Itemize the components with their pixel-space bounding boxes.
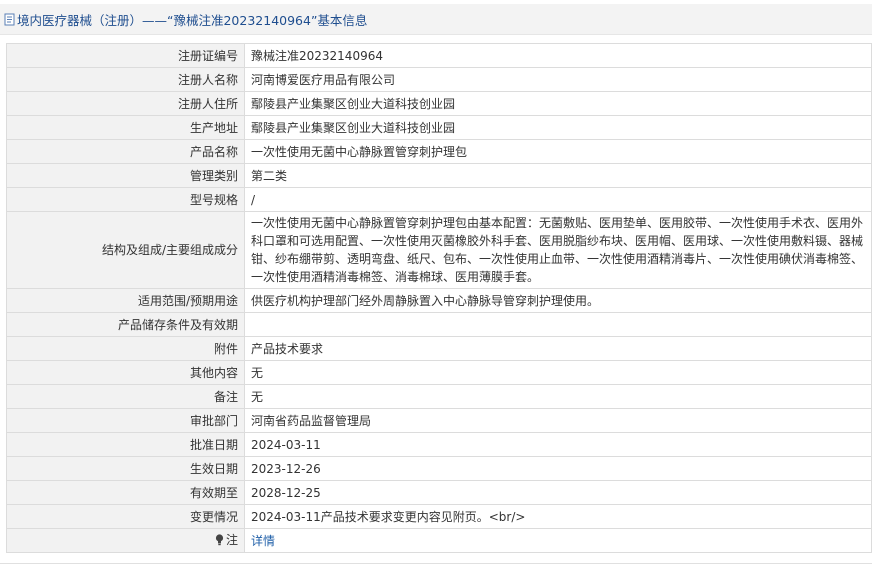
field-label: 备注: [6, 384, 245, 409]
bottom-divider: [0, 563, 872, 564]
note-label: 注: [225, 532, 238, 547]
field-value: 第二类: [244, 163, 872, 188]
field-value: 2024-03-11: [244, 432, 872, 457]
field-label: 适用范围/预期用途: [6, 288, 245, 313]
field-label: 型号规格: [6, 187, 245, 212]
field-label: 附件: [6, 336, 245, 361]
table-row: 注册人名称 河南博爱医疗用品有限公司: [6, 67, 872, 92]
detail-link[interactable]: 详情: [251, 534, 275, 548]
lightbulb-icon: [215, 533, 224, 551]
table-row: 变更情况 2024-03-11产品技术要求变更内容见附页。<br/>: [6, 504, 872, 529]
field-label: 变更情况: [6, 504, 245, 529]
field-value: 河南博爱医疗用品有限公司: [244, 67, 872, 92]
table-row: 型号规格 /: [6, 187, 872, 212]
field-label: 产品储存条件及有效期: [6, 312, 245, 337]
field-label: 结构及组成/主要组成成分: [6, 211, 245, 289]
field-value: [244, 312, 872, 337]
field-label: 产品名称: [6, 139, 245, 164]
table-row: 注册证编号 豫械注准20232140964: [6, 43, 872, 68]
field-label: 注册人住所: [6, 91, 245, 116]
field-value: 一次性使用无菌中心静脉置管穿刺护理包由基本配置：无菌敷贴、医用垫单、医用胶带、一…: [244, 211, 872, 289]
table-row: 产品储存条件及有效期: [6, 312, 872, 337]
field-value: 2024-03-11产品技术要求变更内容见附页。<br/>: [244, 504, 872, 529]
field-value: 2023-12-26: [244, 456, 872, 481]
field-value: 河南省药品监督管理局: [244, 408, 872, 433]
table-row: 有效期至 2028-12-25: [6, 480, 872, 505]
detail-table: 注册证编号 豫械注准20232140964 注册人名称 河南博爱医疗用品有限公司…: [6, 43, 872, 553]
field-value: 一次性使用无菌中心静脉置管穿刺护理包: [244, 139, 872, 164]
table-row: 注 详情: [6, 528, 872, 553]
table-row: 备注 无: [6, 384, 872, 409]
field-value: 供医疗机构护理部门经外周静脉置入中心静脉导管穿刺护理使用。: [244, 288, 872, 313]
table-row: 审批部门 河南省药品监督管理局: [6, 408, 872, 433]
table-row: 产品名称 一次性使用无菌中心静脉置管穿刺护理包: [6, 139, 872, 164]
table-row: 生效日期 2023-12-26: [6, 456, 872, 481]
table-row: 结构及组成/主要组成成分 一次性使用无菌中心静脉置管穿刺护理包由基本配置：无菌敷…: [6, 211, 872, 289]
field-value: 2028-12-25: [244, 480, 872, 505]
table-row: 适用范围/预期用途 供医疗机构护理部门经外周静脉置入中心静脉导管穿刺护理使用。: [6, 288, 872, 313]
table-row: 附件 产品技术要求: [6, 336, 872, 361]
field-label: 生效日期: [6, 456, 245, 481]
field-label: 注册证编号: [6, 43, 245, 68]
field-value: 无: [244, 384, 872, 409]
table-row: 生产地址 鄢陵县产业集聚区创业大道科技创业园: [6, 115, 872, 140]
page-header: 境内医疗器械（注册）——“豫械注准20232140964”基本信息: [0, 4, 872, 35]
field-label: 其他内容: [6, 360, 245, 385]
table-row: 其他内容 无: [6, 360, 872, 385]
field-label: 审批部门: [6, 408, 245, 433]
field-value: /: [244, 187, 872, 212]
table-row: 批准日期 2024-03-11: [6, 432, 872, 457]
field-value: 无: [244, 360, 872, 385]
field-label: 批准日期: [6, 432, 245, 457]
field-label: 生产地址: [6, 115, 245, 140]
field-value: 鄢陵县产业集聚区创业大道科技创业园: [244, 115, 872, 140]
note-value-cell: 详情: [244, 528, 872, 553]
field-label: 有效期至: [6, 480, 245, 505]
field-value: 鄢陵县产业集聚区创业大道科技创业园: [244, 91, 872, 116]
field-value: 豫械注准20232140964: [244, 43, 872, 68]
field-value: 产品技术要求: [244, 336, 872, 361]
page-title: 境内医疗器械（注册）——“豫械注准20232140964”基本信息: [17, 12, 368, 28]
document-icon: [4, 13, 16, 26]
table-row: 管理类别 第二类: [6, 163, 872, 188]
field-label: 管理类别: [6, 163, 245, 188]
table-row: 注册人住所 鄢陵县产业集聚区创业大道科技创业园: [6, 91, 872, 116]
field-label: 注册人名称: [6, 67, 245, 92]
note-label-cell: 注: [6, 528, 245, 553]
